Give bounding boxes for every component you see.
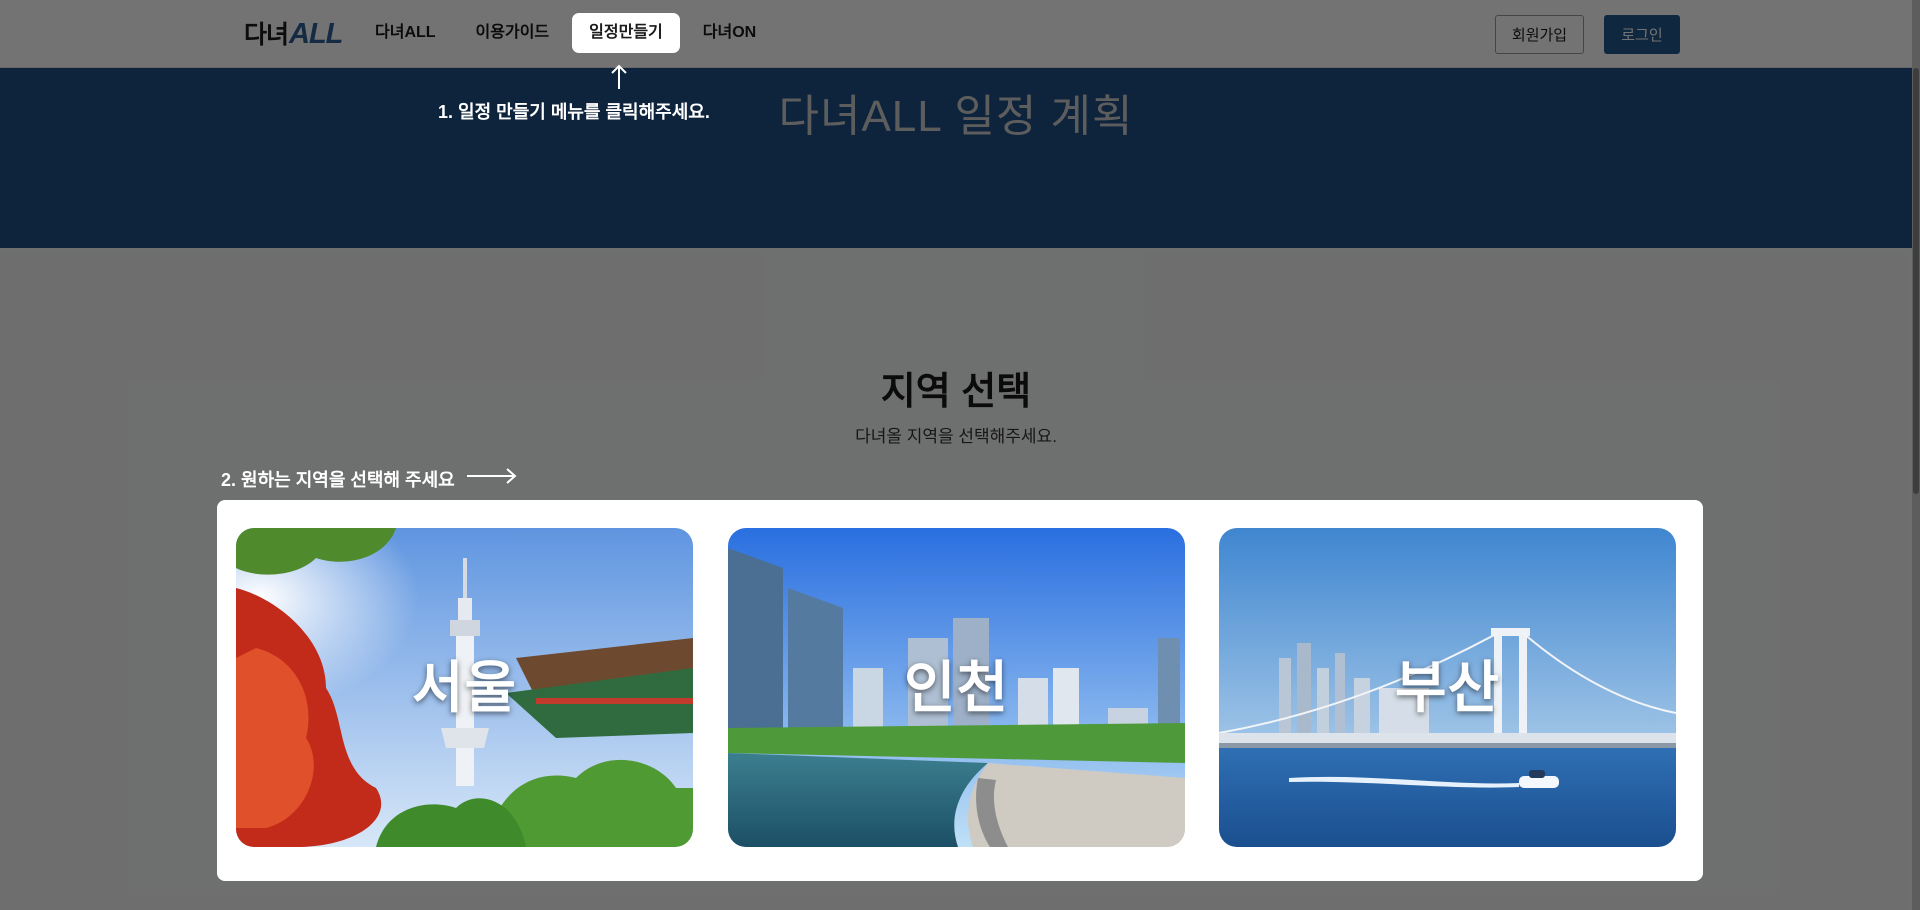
hero-title: 다녀ALL 일정 계획 [778, 92, 1134, 141]
main-nav: 다녀ALL 이용가이드 일정만들기 다녀ON [358, 13, 779, 53]
arrow-up-icon [611, 64, 627, 89]
region-label-seoul: 서울 [411, 656, 518, 719]
signup-button[interactable]: 회원가입 [1495, 15, 1584, 54]
logo[interactable]: 다녀 ALL [244, 16, 343, 50]
hero-banner: 다녀ALL 일정 계획 [0, 68, 1912, 248]
guide-step-1: 1. 일정 만들기 메뉴를 클릭해주세요. [438, 102, 710, 122]
region-section-title: 지역 선택 [880, 371, 1032, 413]
nav-item-about[interactable]: 다녀ALL [358, 13, 453, 53]
scrollbar-thumb[interactable] [1913, 68, 1919, 494]
logo-latin: ALL [289, 18, 343, 50]
site-header: 다녀 ALL 다녀ALL 이용가이드 일정만들기 다녀ON 회원가입 로그인 [0, 0, 1912, 68]
guide-step-2: 2. 원하는 지역을 선택해 주세요 [221, 470, 455, 490]
arrow-right-icon [467, 468, 517, 484]
region-section-subtitle: 다녀올 지역을 선택해주세요. [855, 427, 1057, 446]
nav-item-make-schedule[interactable]: 일정만들기 [572, 13, 680, 53]
nav-item-guide[interactable]: 이용가이드 [459, 13, 567, 53]
login-button[interactable]: 로그인 [1604, 15, 1680, 54]
region-card-seoul[interactable]: 서울 [236, 528, 693, 847]
region-label-busan: 부산 [1394, 656, 1501, 719]
region-card-incheon[interactable]: 인천 [728, 528, 1185, 847]
logo-korean: 다녀 [244, 21, 289, 49]
region-card-busan[interactable]: 부산 [1219, 528, 1676, 847]
region-cards-panel: 서울 인천 부산 [217, 500, 1703, 881]
region-label-incheon: 인천 [903, 656, 1010, 719]
nav-item-on[interactable]: 다녀ON [686, 13, 773, 53]
